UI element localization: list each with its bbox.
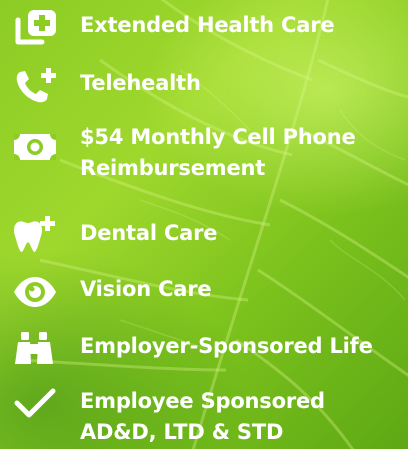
benefit-label: Telehealth bbox=[80, 71, 201, 95]
benefit-label: Dental Care bbox=[80, 221, 218, 245]
eye-icon bbox=[14, 277, 56, 307]
phone-plus-icon bbox=[16, 68, 56, 103]
benefit-label: Employee Sponsored AD&D, LTD & STD bbox=[80, 389, 325, 444]
medical-folder-plus-icon bbox=[15, 10, 56, 45]
money-bill-icon bbox=[14, 134, 56, 160]
benefit-label: Employer-Sponsored Life bbox=[80, 334, 373, 358]
checkmark-icon bbox=[14, 388, 56, 418]
benefit-label: Vision Care bbox=[80, 277, 212, 301]
benefit-label: $54 Monthly Cell Phone Reimbursement bbox=[80, 125, 356, 180]
tooth-plus-icon bbox=[14, 216, 55, 252]
benefit-label: Extended Health Care bbox=[80, 13, 335, 37]
binoculars-icon bbox=[15, 332, 53, 364]
